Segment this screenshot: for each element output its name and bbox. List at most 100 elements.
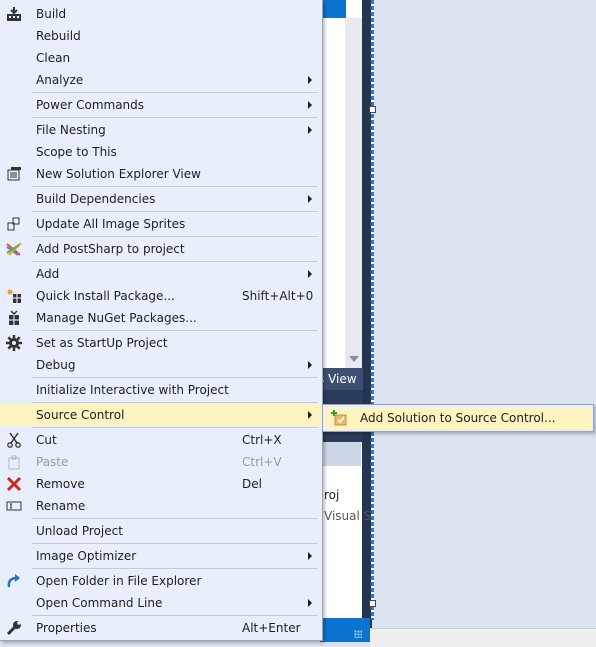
menu-item-label: New Solution Explorer View (36, 167, 201, 181)
menu-item-remove[interactable]: Remove Del (0, 473, 322, 495)
quick-install-icon (6, 288, 22, 304)
remove-icon (6, 476, 22, 492)
submenu-arrow-icon (308, 126, 312, 134)
open-folder-icon (6, 573, 22, 589)
menu-separator (32, 615, 318, 616)
paste-icon (6, 454, 22, 470)
postsharp-icon (6, 241, 22, 257)
submenu-arrow-icon (308, 101, 312, 109)
menu-item-label: Update All Image Sprites (36, 217, 186, 231)
shortcut-label: Alt+Enter (242, 621, 301, 635)
menu-item-label: Paste (36, 455, 69, 469)
menu-item-label: Build Dependencies (36, 192, 156, 206)
gear-icon (6, 335, 22, 351)
menu-item-add[interactable]: Add (0, 263, 322, 285)
properties-header (320, 442, 361, 466)
menu-item-label: Rename (36, 499, 86, 513)
menu-item-unload-project[interactable]: Unload Project (0, 520, 322, 542)
menu-item-power-commands[interactable]: Power Commands (0, 94, 322, 116)
properties-panel (320, 442, 362, 618)
vertical-scrollbar[interactable] (345, 18, 362, 370)
menu-separator (32, 261, 318, 262)
menu-item-label: Add PostSharp to project (36, 242, 185, 256)
menu-separator (32, 211, 318, 212)
menu-item-build-dependencies[interactable]: Build Dependencies (0, 188, 322, 210)
menu-item-debug[interactable]: Debug (0, 354, 322, 376)
menu-item-file-nesting[interactable]: File Nesting (0, 119, 322, 141)
menu-item-clean[interactable]: Clean (0, 47, 322, 69)
menu-item-open-command-line[interactable]: Open Command Line (0, 592, 322, 614)
shortcut-label: Shift+Alt+0 (242, 289, 314, 303)
menu-item-rebuild[interactable]: Rebuild (0, 25, 322, 47)
menu-item-label: File Nesting (36, 123, 106, 137)
menu-item-label: Manage NuGet Packages... (36, 311, 197, 325)
explorer-view-tab[interactable]: s View (320, 368, 363, 390)
menu-item-build[interactable]: Build (0, 3, 322, 25)
menu-separator (32, 236, 318, 237)
menu-item-label: Clean (36, 51, 71, 65)
menu-item-scope-to-this[interactable]: Scope to This (0, 141, 322, 163)
submenu-arrow-icon (308, 270, 312, 278)
menu-item-label: Properties (36, 621, 97, 635)
shortcut-label: Ctrl+V (242, 455, 282, 469)
menu-separator (32, 117, 318, 118)
resize-grip-icon[interactable] (354, 630, 362, 638)
shortcut-label: Ctrl+X (242, 433, 282, 447)
menu-separator (32, 377, 318, 378)
menu-item-label: Image Optimizer (36, 549, 137, 563)
context-menu: Build Rebuild Clean Analyze Power Commands Fi… (0, 0, 323, 641)
rename-icon (6, 498, 22, 514)
menu-item-new-solution-explorer-view[interactable]: New Solution Explorer View (0, 163, 322, 185)
menu-item-set-as-startup-project[interactable]: Set as StartUp Project (0, 332, 322, 354)
menu-item-label: Set as StartUp Project (36, 336, 168, 350)
menu-item-label: Debug (36, 358, 76, 372)
menu-item-initialize-interactive-with-project[interactable]: Initialize Interactive with Project (0, 379, 322, 401)
project-type: Visual S (324, 509, 372, 523)
resize-handle[interactable] (369, 600, 376, 607)
new-window-icon (6, 166, 22, 182)
menu-separator (32, 402, 318, 403)
selection-border (371, 0, 374, 620)
status-bar (320, 618, 370, 642)
menu-item-source-control[interactable]: Source Control (0, 404, 322, 426)
menu-item-cut[interactable]: Cut Ctrl+X (0, 429, 322, 451)
menu-item-manage-nuget-packages[interactable]: Manage NuGet Packages... (0, 307, 322, 329)
submenu-arrow-icon (308, 411, 312, 419)
wrench-icon (6, 620, 22, 636)
menu-item-label: Add (36, 267, 60, 281)
submenu-arrow-icon (308, 552, 312, 560)
menu-item-update-all-image-sprites[interactable]: Update All Image Sprites (0, 213, 322, 235)
submenu-arrow-icon (308, 76, 312, 84)
panel-titlebar (320, 0, 346, 18)
menu-item-label: Build (36, 7, 67, 21)
menu-item-properties[interactable]: Properties Alt+Enter (0, 617, 322, 639)
context-menu-list: Build Rebuild Clean Analyze Power Commands Fi… (0, 3, 322, 639)
menu-separator (32, 92, 318, 93)
scissors-icon (6, 432, 22, 448)
project-name: roj (324, 488, 340, 502)
build-icon (6, 6, 22, 22)
menu-item-quick-install-package[interactable]: Quick Install Package... Shift+Alt+0 (0, 285, 322, 307)
menu-item-label: Unload Project (36, 524, 123, 538)
menu-item-rename[interactable]: Rename (0, 495, 322, 517)
add-to-source-control-icon (331, 410, 347, 426)
submenu-arrow-icon (308, 195, 312, 203)
menu-item-open-folder-in-file-explorer[interactable]: Open Folder in File Explorer (0, 570, 322, 592)
explorer-view-tab-label: s View (320, 372, 357, 386)
scroll-down-icon[interactable] (349, 356, 359, 362)
submenu-arrow-icon (308, 361, 312, 369)
menu-separator (32, 568, 318, 569)
menu-separator (32, 186, 318, 187)
menu-item-image-optimizer[interactable]: Image Optimizer (0, 545, 322, 567)
menu-item-label: Initialize Interactive with Project (36, 383, 229, 397)
menu-item-add-postsharp-to-project[interactable]: Add PostSharp to project (0, 238, 322, 260)
source-control-submenu: Add Solution to Source Control... (322, 404, 594, 432)
menu-item-label: Analyze (36, 73, 84, 87)
menu-item-label: Remove (36, 477, 85, 491)
menu-separator (32, 543, 318, 544)
menu-item-label: Add Solution to Source Control... (360, 411, 556, 425)
menu-item-label: Scope to This (36, 145, 117, 159)
menu-item-analyze[interactable]: Analyze (0, 69, 322, 91)
resize-handle[interactable] (369, 106, 376, 113)
menu-item-add-solution-to-source-control[interactable]: Add Solution to Source Control... (325, 407, 591, 429)
